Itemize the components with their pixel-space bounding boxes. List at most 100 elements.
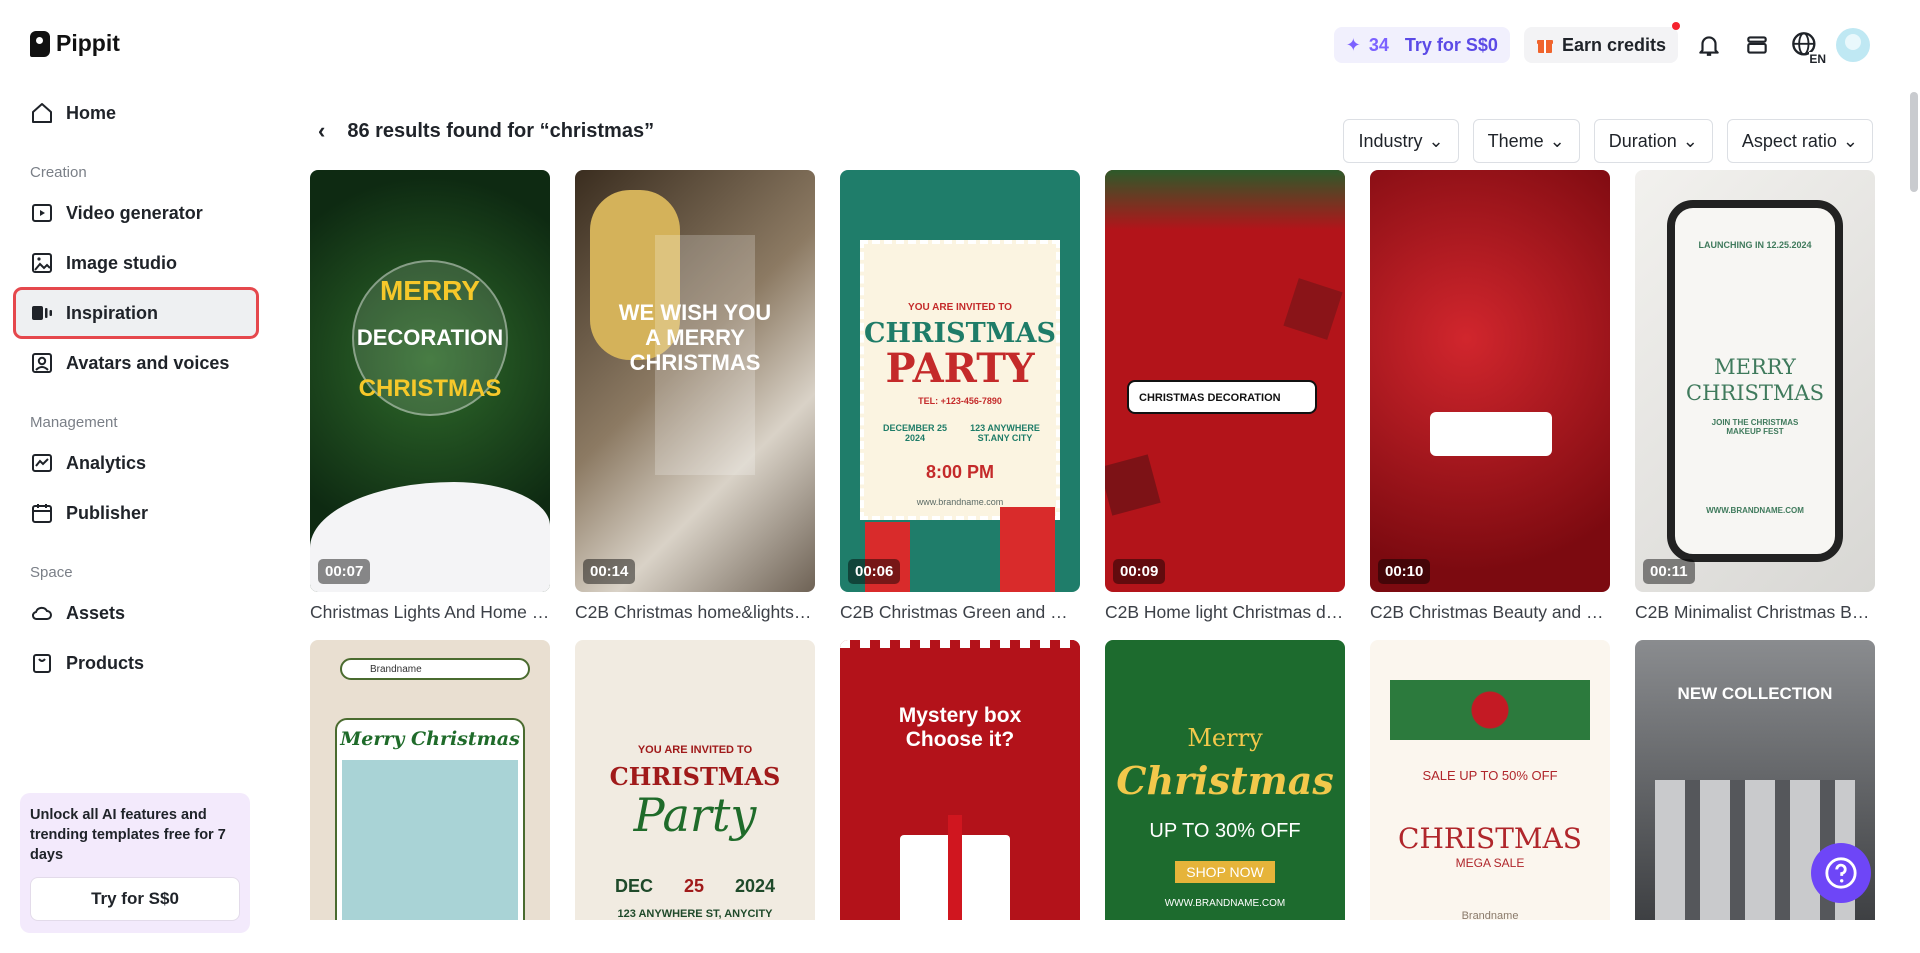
credits-count: 34 (1368, 34, 1389, 55)
template-card[interactable]: SALE UP TO 50% OFF CHRISTMAS MEGA SALE B… (1370, 640, 1610, 920)
notification-dot (1672, 22, 1680, 30)
earn-credits-label: Earn credits (1561, 34, 1666, 55)
promo-try-button[interactable]: Try for S$0 (30, 877, 240, 921)
sidebar-item-inspiration[interactable]: Inspiration (13, 287, 259, 339)
filter-theme[interactable]: Theme ⌄ (1472, 119, 1580, 163)
home-icon (32, 103, 52, 123)
duration-badge: 00:09 (1113, 559, 1166, 584)
thumb-search-bar: Brandname (340, 658, 530, 680)
try-link[interactable]: Try for S$0 (1405, 35, 1498, 56)
template-card[interactable]: CHRISTMAS DECORATION 00:09 C2B Home ligh… (1105, 170, 1345, 623)
image-studio-icon (32, 253, 52, 273)
sidebar-item-label: Inspiration (66, 302, 159, 323)
sidebar-item-home[interactable]: Home (16, 90, 256, 136)
thumb-text: WWW.BRANDNAME.COM (1164, 898, 1286, 909)
thumb-text: Party (633, 788, 757, 842)
duration-badge: 00:14 (583, 559, 636, 584)
filter-duration[interactable]: Duration ⌄ (1593, 119, 1713, 163)
template-thumbnail[interactable]: YOU ARE INVITED TO CHRISTMAS Party DEC 2… (575, 640, 815, 920)
user-avatar[interactable] (1836, 28, 1870, 62)
sidebar-item-products[interactable]: Products (16, 640, 256, 686)
filter-industry[interactable]: Industry ⌄ (1343, 119, 1459, 163)
template-thumbnail[interactable]: WE WISH YOU A MERRY CHRISTMAS 00:14 (575, 170, 815, 592)
thumb-text: Christmas (1116, 758, 1334, 803)
thumb-text: DECORATION (356, 325, 504, 350)
thumb-text: 123 ANYWHERE ST.ANY CITY (970, 423, 1040, 443)
sidebar-item-analytics[interactable]: Analytics (16, 440, 256, 486)
template-card[interactable]: Brandname Merry Christmas (310, 640, 550, 920)
language-code: EN (1809, 52, 1826, 66)
thumb-text: MERRY (379, 275, 481, 306)
video-generator-icon (32, 204, 52, 222)
template-thumbnail[interactable]: 00:10 (1370, 170, 1610, 592)
template-card[interactable]: 00:10 C2B Christmas Beauty and makeup (1370, 170, 1610, 623)
analytics-icon (32, 454, 52, 472)
sidebar-item-image-studio[interactable]: Image studio (16, 240, 256, 286)
sidebar-item-video-generator[interactable]: Video generator (16, 190, 256, 236)
thumb-text: Choose it? (905, 728, 1015, 751)
results-count: 86 results found for “christmas” (347, 119, 655, 142)
product-bag-icon (33, 654, 51, 673)
back-icon[interactable]: ‹ (318, 118, 325, 144)
thumb-text: CHRISTMAS (358, 375, 502, 402)
text-box (1430, 412, 1552, 456)
inspiration-icon (32, 306, 52, 320)
sparkle-icon: ✦ (1345, 34, 1361, 55)
template-card[interactable]: YOU ARE INVITED TO CHRISTMAS PARTY TEL: … (840, 170, 1080, 623)
sidebar-item-avatars[interactable]: Avatars and voices (16, 340, 256, 386)
app-logo[interactable]: Pippit (30, 30, 120, 57)
template-card[interactable]: Merry Christmas UP TO 30% OFF SHOP NOW W… (1105, 640, 1345, 920)
template-thumbnail[interactable]: Mystery box Choose it? (840, 640, 1080, 920)
sidebar-item-label: Assets (66, 602, 126, 623)
sidebar-item-label: Analytics (66, 452, 147, 473)
filter-aspect-ratio[interactable]: Aspect ratio ⌄ (1726, 119, 1873, 163)
earn-credits-button[interactable]: Earn credits (1523, 22, 1680, 63)
calendar-icon (32, 504, 52, 523)
thumb-text: JOIN THE CHRISTMAS MAKEUP FEST (1711, 418, 1799, 436)
filter-label: Industry (1358, 130, 1423, 151)
template-thumbnail[interactable]: Merry Christmas UP TO 30% OFF SHOP NOW W… (1105, 640, 1345, 920)
section-label-space: Space (30, 564, 73, 581)
credits-badge[interactable]: ✦ 34 Try for S$0 (1333, 27, 1510, 63)
filter-bar: Industry ⌄ Theme ⌄ Duration ⌄ Aspect ratio ⌄ (1343, 119, 1873, 163)
date-part: 2024 (734, 876, 775, 896)
thumb-text: CHRISTMAS (1398, 822, 1582, 855)
help-button[interactable] (1811, 843, 1871, 903)
template-card[interactable]: MERRY DECORATION CHRISTMAS 00:07 Christm… (310, 170, 550, 623)
page-scrollbar[interactable] (1910, 92, 1918, 192)
template-thumbnail[interactable]: SALE UP TO 50% OFF CHRISTMAS MEGA SALE B… (1370, 640, 1610, 920)
thumb-text: WE WISH YOU A MERRY CHRISTMAS (618, 300, 772, 375)
stack-button[interactable] (1740, 28, 1774, 62)
chevron-down-icon: ⌄ (1682, 130, 1698, 151)
product-photo (342, 760, 518, 920)
thumb-shop-button: SHOP NOW (1175, 861, 1275, 883)
event-date: DEC 25 2024 (615, 876, 775, 897)
sidebar-item-assets[interactable]: Assets (16, 590, 256, 636)
template-thumbnail[interactable]: MERRY DECORATION CHRISTMAS 00:07 (310, 170, 550, 592)
duration-badge: 00:10 (1378, 559, 1431, 584)
sidebar-item-publisher[interactable]: Publisher (16, 490, 256, 536)
template-thumbnail[interactable]: CHRISTMAS DECORATION 00:09 (1105, 170, 1345, 592)
template-thumbnail[interactable]: Brandname Merry Christmas (310, 640, 550, 920)
notifications-button[interactable] (1692, 28, 1726, 62)
template-title: C2B Christmas Green and Red Party (840, 602, 1080, 622)
template-thumbnail[interactable]: LAUNCHING IN 12.25.2024 MERRY CHRISTMAS … (1635, 170, 1875, 592)
template-card[interactable]: Mystery box Choose it? (840, 640, 1080, 920)
template-card[interactable]: YOU ARE INVITED TO CHRISTMAS Party DEC 2… (575, 640, 815, 920)
question-icon (1825, 857, 1857, 889)
gift-box (1283, 278, 1343, 340)
language-button[interactable]: EN (1788, 28, 1826, 66)
upgrade-promo: Unlock all AI features and trending temp… (20, 793, 250, 933)
thumb-text: Merry Christmas (340, 728, 520, 750)
thumb-text: Merry (1187, 724, 1263, 752)
thumb-search-bar: CHRISTMAS DECORATION (1127, 380, 1317, 414)
thumb-text: MERRY (1714, 355, 1796, 379)
template-card[interactable]: WE WISH YOU A MERRY CHRISTMAS 00:14 C2B … (575, 170, 815, 623)
template-thumbnail[interactable]: YOU ARE INVITED TO CHRISTMAS PARTY TEL: … (840, 170, 1080, 592)
sidebar-item-label: Products (66, 652, 145, 673)
date-part: 25 (683, 876, 704, 896)
thumb-text: Mystery box (898, 704, 1022, 727)
duration-badge: 00:07 (318, 559, 371, 584)
gift-box (1000, 507, 1055, 592)
template-card[interactable]: LAUNCHING IN 12.25.2024 MERRY CHRISTMAS … (1635, 170, 1875, 623)
